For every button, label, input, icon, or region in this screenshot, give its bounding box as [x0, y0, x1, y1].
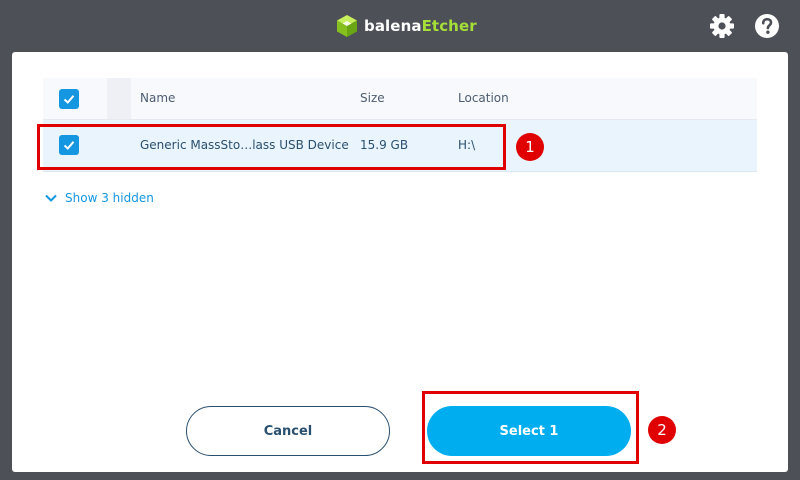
app-logo: balenaEtcher: [336, 14, 477, 38]
column-header-name[interactable]: Name: [140, 91, 175, 105]
column-divider: [107, 78, 131, 119]
gear-icon[interactable]: [709, 13, 735, 39]
table-header: Name Size Location: [43, 78, 757, 120]
cube-logo-icon: [337, 15, 357, 37]
annotation-highlight-row: [37, 124, 506, 170]
annotation-badge-1: 1: [516, 133, 544, 161]
cancel-button[interactable]: Cancel: [186, 406, 390, 456]
logo-text-etcher: Etcher: [421, 17, 477, 35]
show-hidden-label: Show 3 hidden: [65, 191, 154, 205]
title-bar: balenaEtcher: [0, 0, 800, 52]
chevron-down-icon: [45, 194, 57, 202]
select-all-checkbox[interactable]: [59, 89, 79, 109]
check-icon: [63, 95, 75, 104]
drive-selector-panel: Name Size Location Generic MassSto…lass …: [12, 52, 788, 472]
annotation-badge-2: 2: [648, 416, 676, 444]
column-header-size[interactable]: Size: [360, 91, 385, 105]
column-header-location[interactable]: Location: [458, 91, 509, 105]
annotation-highlight-select: [422, 391, 639, 464]
logo-text-balena: balena: [364, 17, 422, 35]
show-hidden-toggle[interactable]: Show 3 hidden: [45, 191, 154, 205]
question-icon[interactable]: [754, 13, 780, 39]
